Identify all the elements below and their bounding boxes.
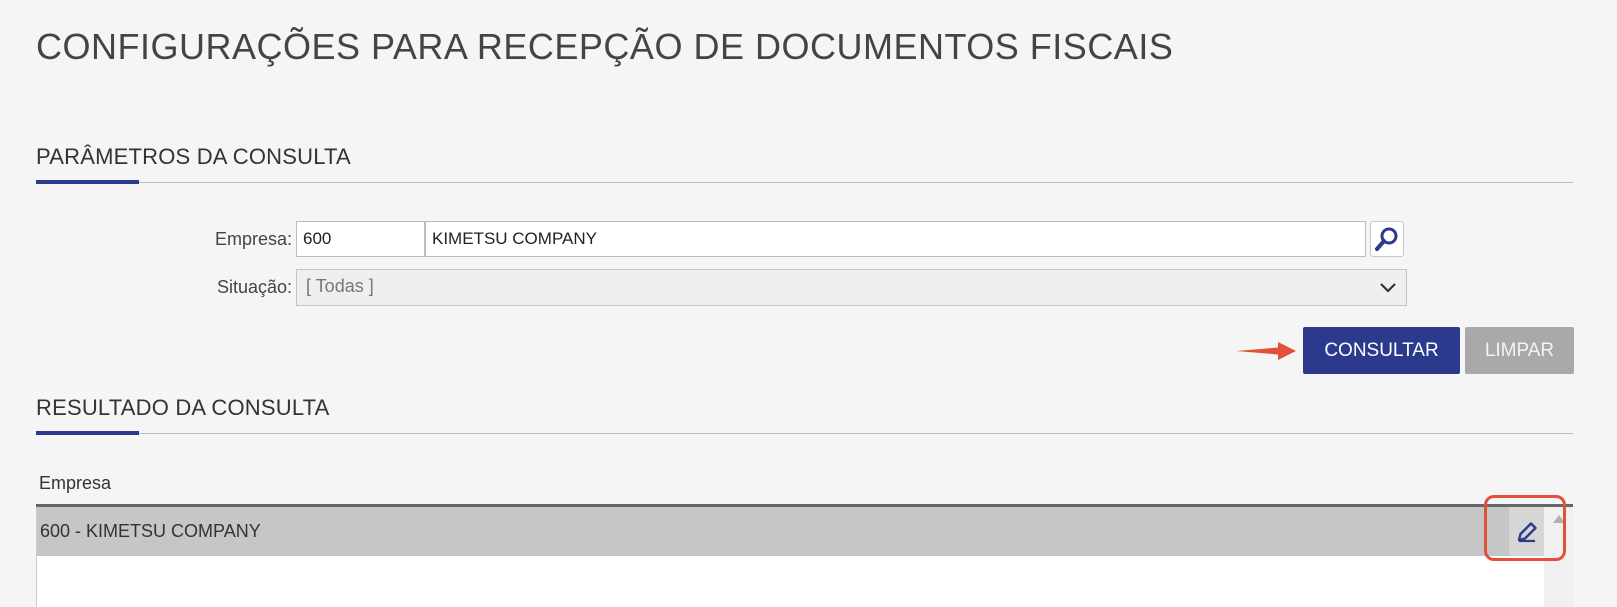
results-section-header: RESULTADO DA CONSULTA — [36, 395, 1573, 435]
situacao-label: Situação: — [216, 277, 292, 297]
situacao-selected-value: [ Todas ] — [306, 276, 374, 296]
empresa-label: Empresa: — [214, 229, 292, 249]
params-section-accent — [36, 180, 139, 184]
results-section-divider — [36, 431, 1573, 435]
edit-annotation-highlight — [1484, 495, 1566, 561]
page-title: CONFIGURAÇÕES PARA RECEPÇÃO DE DOCUMENTO… — [36, 26, 1174, 67]
empresa-name-input[interactable] — [425, 221, 1366, 257]
results-table: 600 - KIMETSU COMPANY — [36, 504, 1573, 607]
table-row[interactable]: 600 - KIMETSU COMPANY — [37, 507, 1545, 556]
row-empresa-cell: 600 - KIMETSU COMPANY — [40, 521, 261, 541]
magnifier-icon — [1375, 227, 1398, 251]
column-header-empresa[interactable]: Empresa — [39, 473, 111, 494]
limpar-button[interactable]: LIMPAR — [1465, 327, 1574, 374]
situacao-select[interactable]: [ Todas ] — [296, 269, 1407, 306]
results-table-body: 600 - KIMETSU COMPANY — [36, 507, 1545, 607]
chevron-down-icon — [1380, 283, 1396, 293]
params-section-header: PARÂMETROS DA CONSULTA — [36, 144, 1573, 184]
consultar-button[interactable]: CONSULTAR — [1303, 327, 1460, 374]
results-section-title: RESULTADO DA CONSULTA — [36, 395, 330, 420]
results-section-accent — [36, 431, 139, 435]
empresa-search-button[interactable] — [1370, 221, 1404, 257]
params-section-title: PARÂMETROS DA CONSULTA — [36, 144, 351, 169]
params-section-divider — [36, 180, 1573, 184]
empresa-code-input[interactable] — [296, 221, 425, 257]
annotation-arrow-icon — [1236, 342, 1296, 360]
